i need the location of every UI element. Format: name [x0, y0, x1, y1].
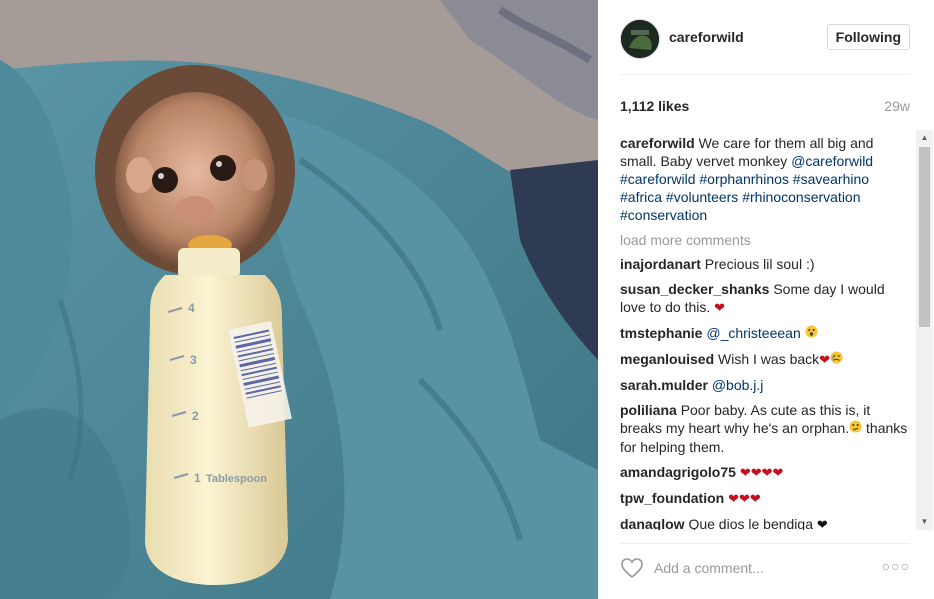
surprised-face-emoji-icon — [805, 325, 818, 343]
caption: careforwild We care for them all big and… — [620, 134, 910, 224]
post-author-username[interactable]: careforwild — [669, 29, 744, 45]
comment-item: tpw_foundation ❤❤❤ — [620, 489, 910, 508]
comment-item: meganlouised Wish I was back❤ — [620, 350, 910, 369]
caption-tag[interactable]: #volunteers — [666, 189, 738, 205]
post-photo[interactable]: 4 3 2 1 Tablespoon — [0, 0, 598, 599]
comment-username[interactable]: danaglow — [620, 516, 685, 530]
scroll-down-arrow-icon[interactable]: ▼ — [916, 514, 933, 530]
red-heart-emoji-icon: ❤ — [714, 300, 726, 315]
red-hearts-emoji: ❤❤❤ — [728, 491, 761, 506]
comment-username[interactable]: susan_decker_shanks — [620, 281, 769, 297]
post-age[interactable]: 29w — [884, 98, 910, 114]
caption-tag[interactable]: @careforwild — [791, 153, 873, 169]
avatar[interactable] — [620, 19, 660, 59]
add-comment-input[interactable] — [654, 558, 854, 578]
comment-username[interactable]: amandagrigolo75 — [620, 464, 736, 480]
comment-username[interactable]: inajordanart — [620, 256, 701, 272]
more-options-ellipsis-icon[interactable]: ○○○ — [882, 558, 910, 574]
comment-username[interactable]: tpw_foundation — [620, 490, 724, 506]
comment-mention[interactable]: @bob.j.j — [712, 377, 764, 393]
comments-list: careforwild We care for them all big and… — [620, 134, 910, 530]
caption-tag[interactable]: #conservation — [620, 207, 707, 223]
post-header: careforwild Following — [620, 16, 910, 75]
comment-item: inajordanart Precious lil soul :) — [620, 255, 910, 273]
red-heart-emoji-icon: ❤ — [819, 352, 831, 367]
likes-count[interactable]: 1,112 likes — [620, 98, 689, 114]
caption-tag[interactable]: #savearhino — [793, 171, 869, 187]
comment-text: Que dios le bendiga — [688, 516, 813, 530]
scroll-up-arrow-icon[interactable]: ▲ — [916, 130, 933, 146]
caption-username[interactable]: careforwild — [620, 135, 695, 151]
bottle-mark-3: 3 — [190, 353, 197, 367]
following-button[interactable]: Following — [826, 24, 910, 50]
comment-item: tmstephanie @_christeeean — [620, 324, 910, 343]
caption-tag[interactable]: #africa — [620, 189, 662, 205]
monkey-photo-image: 4 3 2 1 Tablespoon — [0, 0, 598, 599]
caption-tag[interactable]: #careforwild — [620, 171, 695, 187]
caption-tag[interactable]: #orphanrhinos — [699, 171, 789, 187]
scroll-thumb[interactable] — [919, 147, 930, 327]
comment-text: Precious lil soul :) — [704, 256, 815, 272]
add-comment-row: ○○○ — [620, 543, 910, 594]
comment-username[interactable]: tmstephanie — [620, 325, 702, 341]
likes-row: 1,112 likes 29w — [620, 98, 910, 118]
comment-item: amandagrigolo75 ❤❤❤❤ — [620, 463, 910, 482]
comment-username[interactable]: sarah.mulder — [620, 377, 708, 393]
bottle-mark-1: 1 — [194, 471, 201, 485]
black-heart-emoji-icon: ❤ — [816, 517, 828, 530]
comment-item: danaglow Que dios le bendiga ❤ — [620, 515, 910, 530]
comment-username[interactable]: poliliana — [620, 402, 677, 418]
caption-tag[interactable]: #rhinoconservation — [742, 189, 860, 205]
comment-username[interactable]: meganlouised — [620, 351, 714, 367]
bottle-mark-4: 4 — [188, 301, 195, 315]
bottle-mark-tablespoon: Tablespoon — [206, 473, 267, 485]
comment-item: sarah.mulder @bob.j.j — [620, 376, 910, 394]
red-hearts-emoji: ❤❤❤❤ — [739, 465, 784, 480]
post-side-panel: careforwild Following 1,112 likes 29w ca… — [598, 0, 934, 599]
comments-scrollbar[interactable]: ▲ ▼ — [916, 130, 933, 530]
avatar-image — [621, 20, 659, 58]
comment-mention[interactable]: @_christeeean — [706, 325, 800, 341]
crying-face-emoji-icon — [830, 351, 843, 369]
bottle-mark-2: 2 — [192, 409, 199, 423]
comment-item: poliliana Poor baby. As cute as this is,… — [620, 401, 910, 456]
comment-text: Wish I was back — [718, 351, 820, 367]
confused-face-emoji-icon — [849, 420, 862, 438]
comment-item: susan_decker_shanks Some day I would lov… — [620, 280, 910, 317]
heart-outline-icon[interactable] — [620, 556, 644, 580]
load-more-comments-link[interactable]: load more comments — [620, 231, 910, 249]
